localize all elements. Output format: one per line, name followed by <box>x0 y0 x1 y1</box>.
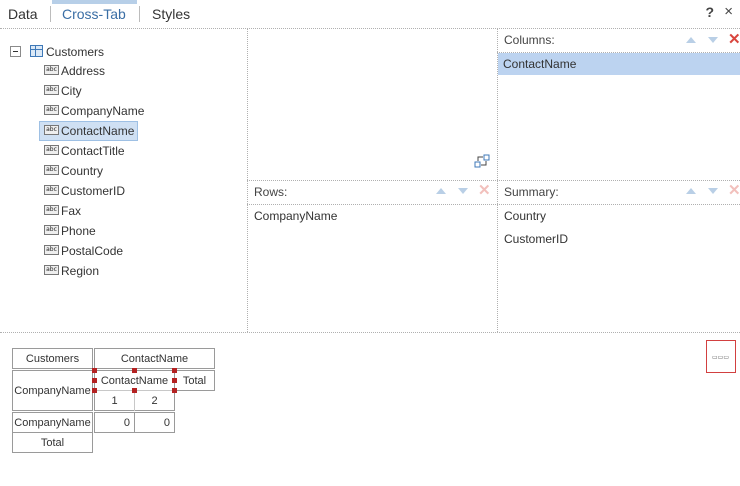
move-down-icon[interactable] <box>708 188 718 194</box>
tab-separator <box>50 6 51 22</box>
field-label: CompanyName <box>61 104 145 118</box>
preview-col-index: 2 <box>151 394 158 407</box>
string-field-icon: abc <box>44 205 59 215</box>
preview-value-cell[interactable]: 0 <box>94 412 135 433</box>
swap-axes-icon[interactable] <box>474 153 490 169</box>
tree-field-companyname[interactable]: abc CompanyName <box>42 102 212 120</box>
resize-handle[interactable] <box>132 368 137 373</box>
tab-data[interactable]: Data <box>8 6 38 22</box>
field-label: Region <box>61 264 100 278</box>
remove-icon[interactable]: ✕ <box>728 183 740 198</box>
divider <box>0 332 740 333</box>
tree-root-label: Customers <box>46 45 105 59</box>
field-label: CustomerID <box>61 184 126 198</box>
tab-cross-tab[interactable]: Cross-Tab <box>62 6 126 22</box>
tab-separator <box>139 6 140 22</box>
preview-value-cell[interactable]: 0 <box>134 412 175 433</box>
string-field-icon: abc <box>44 245 59 255</box>
tree-field-region[interactable]: abc Region <box>42 262 212 280</box>
rows-panel-title: Rows: <box>254 185 288 199</box>
resize-handle[interactable] <box>92 368 97 373</box>
resize-handle[interactable] <box>92 388 97 393</box>
field-label: City <box>61 84 82 98</box>
tree-field-phone[interactable]: abc Phone <box>42 222 212 240</box>
move-up-icon[interactable] <box>686 188 696 194</box>
help-button[interactable]: ? <box>705 4 714 20</box>
tree-field-address[interactable]: abc Address <box>42 62 212 80</box>
collapse-icon[interactable] <box>10 46 21 57</box>
tree-field-customerid[interactable]: abc CustomerID <box>42 182 212 200</box>
preview-data-row-label[interactable]: CompanyName <box>12 412 93 433</box>
divider <box>247 204 740 205</box>
field-label: PostalCode <box>61 244 124 258</box>
resize-handle[interactable] <box>172 378 177 383</box>
string-field-icon: abc <box>44 105 59 115</box>
tree-field-contactname[interactable]: abc ContactName <box>39 121 212 141</box>
tree-field-city[interactable]: abc City <box>42 82 212 100</box>
rows-item[interactable]: CompanyName <box>254 209 337 223</box>
tab-styles[interactable]: Styles <box>152 6 190 22</box>
active-tab-indicator <box>52 0 137 4</box>
move-down-icon[interactable] <box>708 37 718 43</box>
preview-inner-divider <box>134 390 135 411</box>
close-button[interactable]: × <box>724 3 733 20</box>
summary-item[interactable]: CustomerID <box>504 232 568 246</box>
columns-panel-title: Columns: <box>504 33 555 47</box>
resize-handle[interactable] <box>172 388 177 393</box>
preview-inner-column-label: ContactName <box>100 375 169 387</box>
string-field-icon: abc <box>44 265 59 275</box>
preview-col-index: 1 <box>111 394 118 407</box>
field-label: ContactTitle <box>61 144 125 158</box>
divider <box>247 180 740 181</box>
tree-field-country[interactable]: abc Country <box>42 162 212 180</box>
string-field-icon: abc <box>44 145 59 155</box>
preview-row-header[interactable]: CompanyName <box>12 370 93 411</box>
string-field-icon: abc <box>44 225 59 235</box>
field-label: Phone <box>61 224 96 238</box>
string-field-icon: abc <box>44 125 59 135</box>
field-label: Address <box>61 64 106 78</box>
summary-item[interactable]: Country <box>504 209 546 223</box>
move-up-icon[interactable] <box>436 188 446 194</box>
preview-header-cell[interactable]: Customers <box>12 348 93 369</box>
resize-handle[interactable] <box>132 388 137 393</box>
preview-column-header[interactable]: ContactName <box>94 348 215 369</box>
string-field-icon: abc <box>44 185 59 195</box>
preview-total-row[interactable]: Total <box>12 432 93 453</box>
table-icon <box>30 45 43 57</box>
summary-panel-title: Summary: <box>504 185 559 199</box>
tree-field-postalcode[interactable]: abc PostalCode <box>42 242 212 260</box>
string-field-icon: abc <box>44 165 59 175</box>
string-field-icon: abc <box>44 85 59 95</box>
remove-icon[interactable]: ✕ <box>728 32 740 47</box>
move-up-icon[interactable] <box>686 37 696 43</box>
layout-toggle-button[interactable]: ▭▭▭ <box>706 340 736 373</box>
preview-total-column[interactable]: Total <box>174 370 215 391</box>
divider <box>0 28 740 29</box>
resize-handle[interactable] <box>92 378 97 383</box>
remove-icon[interactable]: ✕ <box>478 183 491 198</box>
columns-item[interactable]: ContactName <box>503 57 576 71</box>
grid-layout-icon: ▭▭▭ <box>712 354 730 361</box>
tree-field-contacttitle[interactable]: abc ContactTitle <box>42 142 212 160</box>
tree-field-fax[interactable]: abc Fax <box>42 202 212 220</box>
field-label: Fax <box>61 204 82 218</box>
tree-node-customers[interactable]: Customers <box>10 42 210 62</box>
move-down-icon[interactable] <box>458 188 468 194</box>
field-label: Country <box>61 164 104 178</box>
tab-bar: Data Cross-Tab Styles ? × <box>0 0 740 28</box>
string-field-icon: abc <box>44 65 59 75</box>
field-label: ContactName <box>61 124 135 138</box>
resize-handle[interactable] <box>172 368 177 373</box>
